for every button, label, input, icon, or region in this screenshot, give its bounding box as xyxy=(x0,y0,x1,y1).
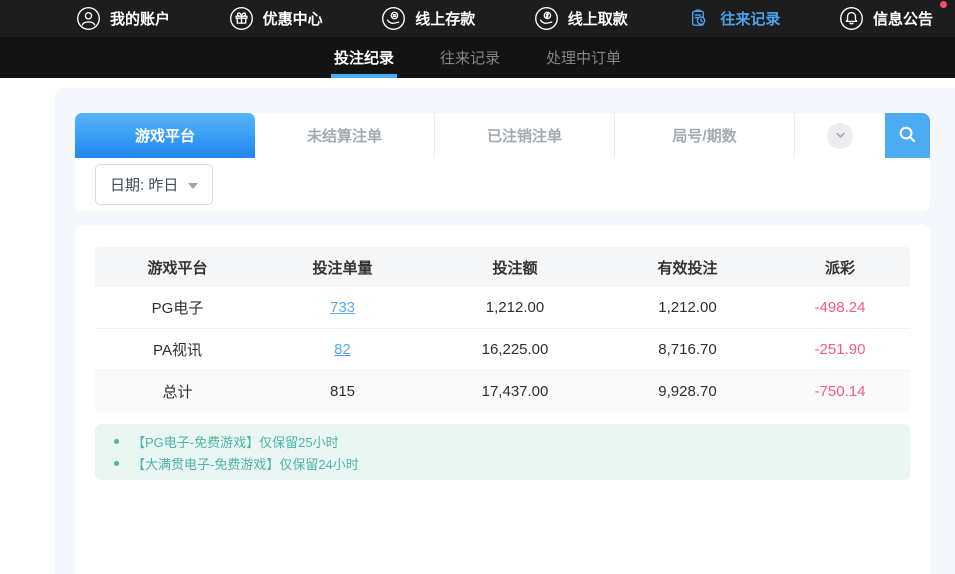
records-icon xyxy=(686,6,711,31)
user-icon xyxy=(76,6,101,31)
chevron-down-icon xyxy=(827,123,853,149)
cell-total-valid: 9,928.70 xyxy=(605,371,770,413)
note-item: 【PG电子-免费游戏】仅保留25小时 xyxy=(95,430,910,452)
search-icon xyxy=(896,123,919,149)
nav-label: 优惠中心 xyxy=(263,8,323,29)
nav-item-promotions[interactable]: 优惠中心 xyxy=(229,6,323,31)
nav-item-deposit[interactable]: 线上存款 xyxy=(381,6,475,31)
tab-game-platform[interactable]: 游戏平台 xyxy=(75,113,255,158)
cell-total-label: 总计 xyxy=(95,371,260,413)
withdraw-icon xyxy=(534,6,559,31)
search-button[interactable] xyxy=(885,113,930,158)
nav-label: 线上存款 xyxy=(415,8,475,29)
results-card: 游戏平台 投注单量 投注额 有效投注 派彩 PG电子 733 1,212.00 … xyxy=(75,225,930,574)
cell-valid-bets: 1,212.00 xyxy=(605,287,770,329)
cell-bet-amount: 16,225.00 xyxy=(425,329,605,371)
nav-item-transaction-records[interactable]: 往来记录 xyxy=(686,6,780,31)
header-payout: 派彩 xyxy=(770,247,910,287)
nav-label: 线上取款 xyxy=(568,8,628,29)
notification-dot xyxy=(940,1,947,8)
cell-total-payout: -750.14 xyxy=(770,371,910,413)
table-row: PG电子 733 1,212.00 1,212.00 -498.24 xyxy=(95,287,910,329)
bullet-icon xyxy=(114,439,119,444)
nav-item-withdraw[interactable]: 线上取款 xyxy=(534,6,628,31)
note-item: 【大满贯电子-免费游戏】仅保留24小时 xyxy=(95,452,910,474)
cell-total-count: 815 xyxy=(260,371,425,413)
filter-tab-bar: 游戏平台 未结算注单 已注销注单 局号/期数 xyxy=(75,113,930,158)
cell-bet-amount: 1,212.00 xyxy=(425,287,605,329)
tab-dropdown-toggle[interactable] xyxy=(795,113,885,158)
cell-bet-count: 82 xyxy=(260,329,425,371)
nav-item-my-account[interactable]: 我的账户 xyxy=(76,6,170,31)
nav-label: 我的账户 xyxy=(110,8,170,29)
subnav-label: 往来记录 xyxy=(440,47,500,68)
cell-payout: -251.90 xyxy=(770,329,910,371)
filter-bar: 日期: 昨日 xyxy=(75,158,930,211)
cell-valid-bets: 8,716.70 xyxy=(605,329,770,371)
cell-platform: PG电子 xyxy=(95,287,260,329)
deposit-icon xyxy=(381,6,406,31)
cell-platform: PA视讯 xyxy=(95,329,260,371)
subnav-label: 处理中订单 xyxy=(546,47,621,68)
nav-item-announcements[interactable]: 信息公告 xyxy=(839,6,933,31)
table-row: PA视讯 82 16,225.00 8,716.70 -251.90 xyxy=(95,329,910,371)
bet-count-link[interactable]: 733 xyxy=(330,299,355,316)
subnav-label: 投注纪录 xyxy=(334,47,394,68)
tab-cancelled-bets[interactable]: 已注销注单 xyxy=(435,113,615,158)
nav-label: 信息公告 xyxy=(873,8,933,29)
sub-nav: 投注纪录 往来记录 处理中订单 xyxy=(0,37,955,78)
top-nav: 我的账户 优惠中心 线上存款 线上取款 往来记录 信息公告 xyxy=(0,0,955,37)
subnav-item-transaction-records[interactable]: 往来记录 xyxy=(440,37,500,78)
date-filter-dropdown[interactable]: 日期: 昨日 xyxy=(95,164,213,205)
tab-unsettled-bets[interactable]: 未结算注单 xyxy=(255,113,435,158)
nav-label: 往来记录 xyxy=(720,8,780,29)
subnav-item-bet-records[interactable]: 投注纪录 xyxy=(334,37,394,78)
tab-round-number[interactable]: 局号/期数 xyxy=(615,113,795,158)
bullet-icon xyxy=(114,461,119,466)
table-header-row: 游戏平台 投注单量 投注额 有效投注 派彩 xyxy=(95,247,910,287)
bell-icon xyxy=(839,6,864,31)
content-panel: 游戏平台 未结算注单 已注销注单 局号/期数 日期: 昨日 xyxy=(55,88,955,574)
header-bet-count: 投注单量 xyxy=(260,247,425,287)
active-tab-underline xyxy=(331,74,397,78)
results-table: 游戏平台 投注单量 投注额 有效投注 派彩 PG电子 733 1,212.00 … xyxy=(95,247,910,412)
caret-down-icon xyxy=(188,183,198,189)
header-valid-bets: 有效投注 xyxy=(605,247,770,287)
bet-count-link[interactable]: 82 xyxy=(334,341,351,358)
date-filter-label: 日期: 昨日 xyxy=(110,174,178,195)
notes-box: 【PG电子-免费游戏】仅保留25小时 【大满贯电子-免费游戏】仅保留24小时 xyxy=(95,424,910,480)
header-game-platform: 游戏平台 xyxy=(95,247,260,287)
table-total-row: 总计 815 17,437.00 9,928.70 -750.14 xyxy=(95,371,910,413)
cell-total-bet: 17,437.00 xyxy=(425,371,605,413)
gift-icon xyxy=(229,6,254,31)
note-text: 【大满贯电子-免费游戏】仅保留24小时 xyxy=(132,454,359,473)
note-text: 【PG电子-免费游戏】仅保留25小时 xyxy=(132,432,339,451)
header-bet-amount: 投注额 xyxy=(425,247,605,287)
cell-bet-count: 733 xyxy=(260,287,425,329)
cell-payout: -498.24 xyxy=(770,287,910,329)
subnav-item-processing-orders[interactable]: 处理中订单 xyxy=(546,37,621,78)
